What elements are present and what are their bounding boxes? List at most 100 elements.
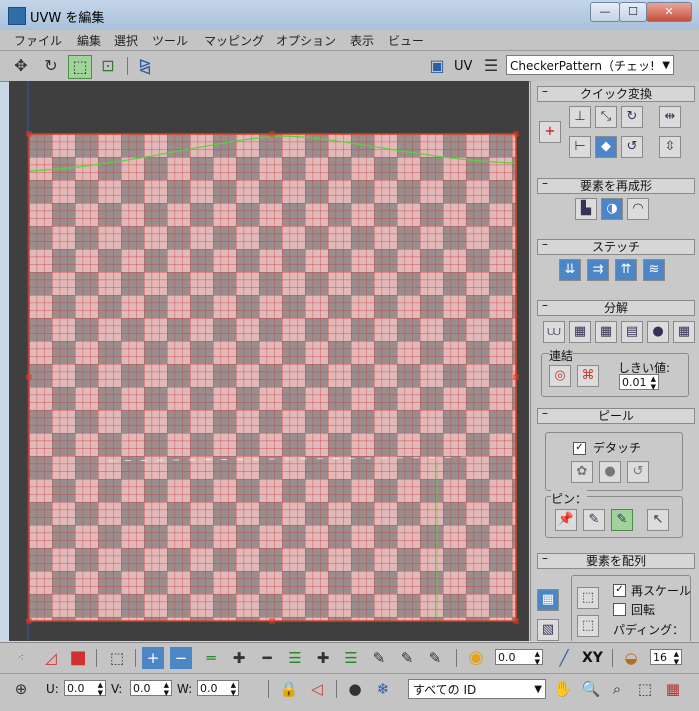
freeform-icon[interactable]: ⊡ — [97, 55, 119, 77]
uv-canvas[interactable] — [9, 81, 529, 641]
stitch-custom-icon[interactable]: ≋ — [643, 259, 665, 281]
flatten-by-polygon-icon[interactable]: ▦ — [569, 321, 591, 343]
group-select-icon[interactable]: ⬚ — [577, 615, 599, 637]
zoom-extents-icon[interactable]: ⬚ — [634, 678, 656, 700]
reset-peel-icon[interactable]: ↺ — [627, 461, 649, 483]
loop-icon[interactable]: ═ — [200, 647, 222, 669]
flatten-custom-icon[interactable]: ▦ — [673, 321, 695, 343]
rotate-cw-icon[interactable]: ↻ — [621, 106, 643, 128]
move-icon[interactable]: ✥ — [10, 55, 32, 77]
stitch-header[interactable]: – ステッチ — [537, 237, 695, 255]
pivot-icon[interactable]: + — [539, 121, 561, 143]
checker-cube-icon[interactable]: ▣ — [426, 55, 448, 77]
space-vertical-icon[interactable]: ⇳ — [659, 136, 681, 158]
menu-view[interactable]: ビュー — [388, 32, 424, 49]
align-diagonal-icon[interactable]: ⤡ — [595, 106, 617, 128]
align-vertical-icon[interactable]: ⊢ — [569, 136, 591, 158]
pin-icon[interactable]: 📌 — [555, 509, 577, 531]
soft-selection-icon[interactable]: ◉ — [465, 647, 487, 669]
u-spinner[interactable]: 0.0 ▲ ▼ — [64, 680, 106, 697]
scale-icon[interactable]: ⬚ — [68, 55, 92, 79]
face-mode-icon[interactable]: ■ — [67, 647, 89, 669]
menu-select[interactable]: 選択 — [114, 32, 138, 49]
v-spinner[interactable]: 0.0 ▲ ▼ — [130, 680, 172, 697]
ring-grow-icon[interactable]: ✚ — [312, 647, 334, 669]
loop-grow-icon[interactable]: ✚ — [228, 647, 250, 669]
freeze-icon[interactable]: ❄ — [372, 678, 394, 700]
edge-mode-icon[interactable]: ◿ — [40, 647, 62, 669]
threshold-spinner[interactable]: 0.01 ▲ ▼ — [619, 374, 659, 391]
weld-selected-icon[interactable]: ⌘ — [577, 365, 599, 387]
zoom-icon[interactable]: 🔍 — [580, 678, 602, 700]
falloff-spinner[interactable]: 0.0 ▲ ▼ — [495, 649, 543, 666]
relax-icon[interactable]: ◑ — [601, 198, 623, 220]
menu-mapping[interactable]: マッピング — [204, 32, 264, 49]
close-button[interactable]: ✕ — [646, 2, 692, 22]
circle-icon[interactable]: ◠ — [627, 198, 649, 220]
paint-shrink-icon[interactable]: ✎ — [424, 647, 446, 669]
element-mode-icon[interactable]: ⬚ — [106, 647, 128, 669]
light-icon[interactable]: ● — [344, 678, 366, 700]
lock-icon[interactable]: 🔒 — [278, 678, 300, 700]
auto-pin-icon[interactable]: ✎ — [611, 509, 633, 531]
absolute-offset-icon[interactable]: ⊕ — [10, 678, 32, 700]
paint-select-icon[interactable]: ✎ — [368, 647, 390, 669]
flatten-by-smoothing-icon[interactable]: ▦ — [595, 321, 617, 343]
peel-mode-icon[interactable]: ● — [599, 461, 621, 483]
minimize-button[interactable]: — — [590, 2, 620, 22]
space-horizontal-icon[interactable]: ⇹ — [659, 106, 681, 128]
rescale-checkbox[interactable]: ✓ — [613, 584, 626, 597]
paint-grow-icon[interactable]: ✎ — [396, 647, 418, 669]
id-filter-select[interactable]: すべての ID ▼ — [408, 679, 546, 699]
ring-icon[interactable]: ☰ — [284, 647, 306, 669]
pack-together-icon[interactable]: ▧ — [537, 619, 559, 641]
grid-snap-icon[interactable]: ▦ — [662, 678, 684, 700]
hide-icon[interactable]: ◁ — [306, 678, 328, 700]
weld-target-icon[interactable]: ◎ — [549, 365, 571, 387]
align-horizontal-icon[interactable]: ⊥ — [569, 106, 591, 128]
texture-map-select[interactable]: CheckerPattern（チェッ! ▼ — [506, 55, 674, 75]
quick-transform-header[interactable]: – クイック変換 — [537, 84, 695, 102]
xy-label[interactable]: XY — [582, 650, 603, 666]
stitch-to-source-icon[interactable]: ⇈ — [615, 259, 637, 281]
pan-icon[interactable]: ✋ — [552, 678, 574, 700]
uv-editor-viewport[interactable] — [9, 81, 529, 641]
list-icon[interactable]: ☰ — [480, 55, 502, 77]
stitch-to-average-icon[interactable]: ⇉ — [587, 259, 609, 281]
explode-header[interactable]: – 分解 — [537, 298, 695, 316]
rotate-icon[interactable]: ↻ — [40, 55, 62, 77]
quick-peel-icon[interactable]: ✿ — [571, 461, 593, 483]
rotate-checkbox[interactable] — [613, 603, 626, 616]
flatten-by-material-icon[interactable]: ▤ — [621, 321, 643, 343]
menu-edit[interactable]: 編集 — [77, 32, 101, 49]
menu-options[interactable]: オプション — [276, 32, 336, 49]
zoom-region-icon[interactable]: ⌕ — [606, 678, 628, 700]
break-icon[interactable]: ⩊ — [543, 321, 565, 343]
rotate-element-icon[interactable]: ◆ — [595, 136, 617, 158]
grow-selection-icon[interactable]: + — [142, 647, 164, 669]
pack-normalize-icon[interactable]: ▦ — [537, 589, 559, 611]
rotate-ccw-icon[interactable]: ↺ — [621, 136, 643, 158]
straighten-icon[interactable]: ▙ — [575, 198, 597, 220]
select-pins-icon[interactable]: ↖ — [647, 509, 669, 531]
flatten-sphere-icon[interactable]: ● — [647, 321, 669, 343]
maximize-button[interactable]: ☐ — [619, 2, 647, 22]
unpin-icon[interactable]: ✎ — [583, 509, 605, 531]
arrange-header[interactable]: – 要素を配列 — [537, 551, 695, 569]
loop-shrink-icon[interactable]: ━ — [256, 647, 278, 669]
falloff-type-icon[interactable]: ╱ — [553, 647, 575, 669]
edge-distance-spinner[interactable]: 16 ▲ ▼ — [650, 649, 682, 666]
reshape-header[interactable]: – 要素を再成形 — [537, 176, 695, 194]
detach-checkbox[interactable]: ✓ — [573, 442, 586, 455]
pack-custom-icon[interactable]: ⬚ — [577, 587, 599, 609]
menu-tools[interactable]: ツール — [152, 32, 188, 49]
ring-shrink-icon[interactable]: ☰ — [340, 647, 362, 669]
mirror-icon[interactable]: ⧎ — [134, 55, 156, 77]
edge-distance-icon[interactable]: ◒ — [620, 647, 642, 669]
shrink-selection-icon[interactable]: − — [170, 647, 192, 669]
stitch-to-target-icon[interactable]: ⇊ — [559, 259, 581, 281]
menu-file[interactable]: ファイル — [14, 32, 62, 49]
peel-header[interactable]: – ピール — [537, 406, 695, 424]
menu-display[interactable]: 表示 — [350, 32, 374, 49]
vertex-mode-icon[interactable]: ⁖ — [10, 647, 32, 669]
